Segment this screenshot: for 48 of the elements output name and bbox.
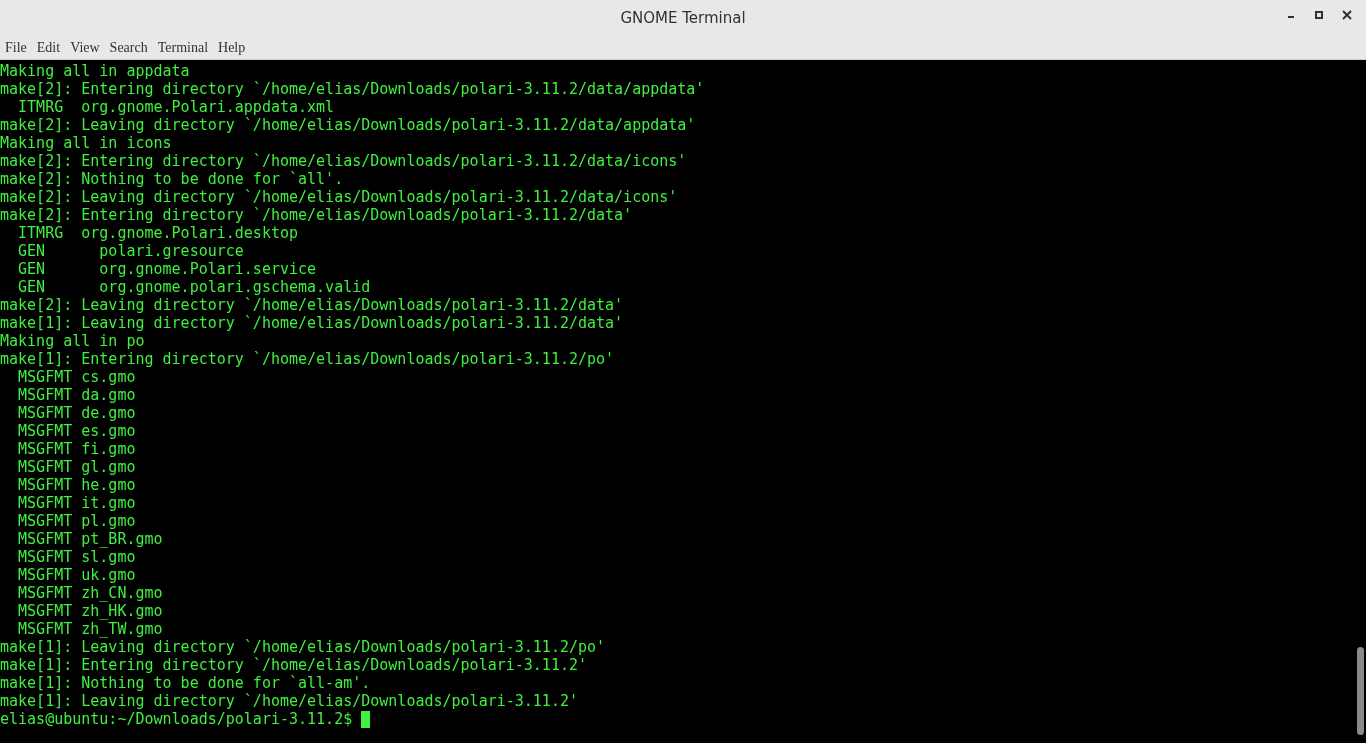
output-line: MSGFMT da.gmo: [17, 386, 136, 404]
output-line: MSGFMT he.gmo: [17, 476, 136, 494]
menu-item[interactable]: Search: [109, 37, 148, 58]
close-icon[interactable]: [1342, 10, 1352, 20]
menu-item[interactable]: File: [5, 37, 27, 58]
output-line: MSGFMT es.gmo: [17, 422, 136, 440]
output-line: MSGFMT sl.gmo: [17, 548, 136, 566]
output-line: MSGFMT gl.gmo: [17, 458, 136, 476]
output-line: make[1]: Leaving directory `/home/elias/Downloads/polari-3.11.2/data': [0, 314, 624, 332]
output-line: make[1]: Leaving directory `/home/elias/Downloads/polari-3.11.2': [0, 692, 578, 710]
output-line: make[1]: Entering directory `/home/elias/Downloads/polari-3.11.2': [0, 656, 587, 674]
cursor: [361, 710, 371, 728]
maximize-icon[interactable]: [1314, 10, 1324, 20]
output-line: ITMRG org.gnome.Polari.appdata.xml: [17, 98, 335, 116]
output-line: MSGFMT zh_HK.gmo: [17, 602, 163, 620]
output-line: make[2]: Entering directory `/home/elias/Downloads/polari-3.11.2/data/appdata': [0, 80, 705, 98]
output-line: make[2]: Entering directory `/home/elias/Downloads/polari-3.11.2/data': [0, 206, 633, 224]
output-line: make[2]: Leaving directory `/home/elias/Downloads/polari-3.11.2/data/appdata': [0, 116, 696, 134]
output-line: GEN polari.gresource: [17, 242, 244, 260]
output-line: GEN org.gnome.Polari.service: [17, 260, 317, 278]
output-line: ITMRG org.gnome.Polari.desktop: [17, 224, 298, 242]
menu-item[interactable]: Terminal: [157, 37, 209, 58]
output-line: Making all in po: [0, 332, 145, 350]
output-line: MSGFMT uk.gmo: [17, 566, 136, 584]
output-line: make[1]: Nothing to be done for `all-am'.: [0, 674, 371, 692]
output-line: MSGFMT de.gmo: [17, 404, 136, 422]
output-line: make[2]: Leaving directory `/home/elias/Downloads/polari-3.11.2/data': [0, 296, 624, 314]
output-line: MSGFMT zh_CN.gmo: [17, 584, 163, 602]
output-line: make[1]: Leaving directory `/home/elias/Downloads/polari-3.11.2/po': [0, 638, 606, 656]
scrollbar-thumb[interactable]: [1356, 647, 1364, 735]
output-line: MSGFMT cs.gmo: [17, 368, 136, 386]
menu-item[interactable]: Help: [218, 37, 246, 58]
shell-prompt: elias@ubuntu:~/Downloads/polari-3.11.2$: [0, 710, 353, 728]
output-line: MSGFMT pt_BR.gmo: [17, 530, 163, 548]
output-line: Making all in icons: [0, 134, 172, 152]
output-line: make[1]: Entering directory `/home/elias/Downloads/polari-3.11.2/po': [0, 350, 615, 368]
output-line: make[2]: Nothing to be done for `all'.: [0, 170, 344, 188]
output-line: Making all in appdata: [0, 62, 190, 80]
output-line: make[2]: Leaving directory `/home/elias/Downloads/polari-3.11.2/data/icons': [0, 188, 678, 206]
output-line: MSGFMT fi.gmo: [17, 440, 136, 458]
output-line: GEN org.gnome.polari.gschema.valid: [17, 278, 371, 296]
menu-item[interactable]: View: [70, 37, 100, 58]
menu-item[interactable]: Edit: [36, 37, 61, 58]
output-line: MSGFMT it.gmo: [17, 494, 136, 512]
output-line: make[2]: Entering directory `/home/elias/Downloads/polari-3.11.2/data/icons': [0, 152, 687, 170]
output-line: MSGFMT zh_TW.gmo: [17, 620, 163, 638]
window-title: GNOME Terminal: [620, 7, 746, 29]
output-line: MSGFMT pl.gmo: [17, 512, 136, 530]
